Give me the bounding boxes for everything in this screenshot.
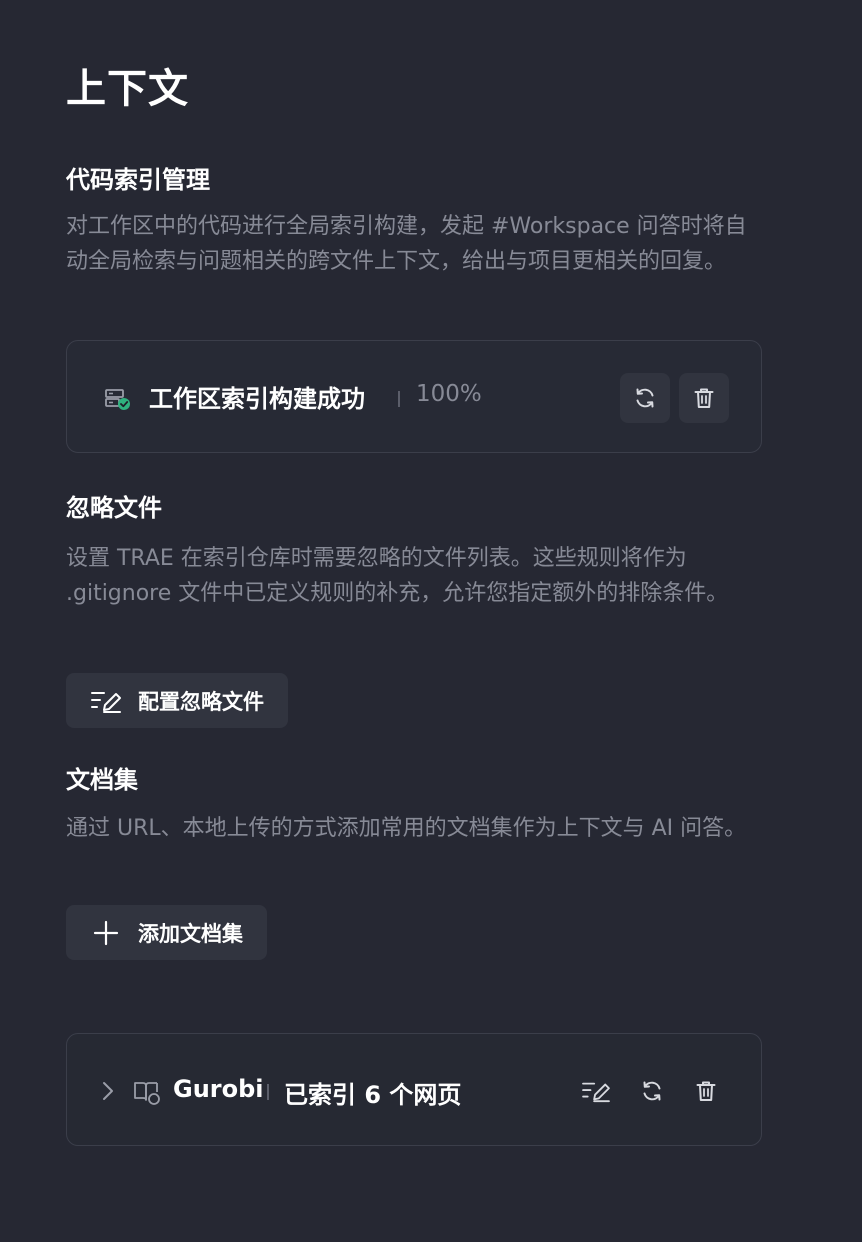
edit-list-icon bbox=[90, 687, 122, 715]
trash-icon bbox=[692, 386, 716, 410]
book-icon bbox=[133, 1080, 161, 1106]
index-status-label: 工作区索引构建成功 bbox=[149, 385, 365, 413]
ignore-files-description: 设置 TRAE 在索引仓库时需要忽略的文件列表。这些规则将作为 .gitigno… bbox=[66, 546, 729, 606]
edit-doc-set-button[interactable] bbox=[581, 1076, 611, 1106]
add-doc-set-label: 添加文档集 bbox=[138, 921, 243, 946]
rebuild-index-button[interactable] bbox=[620, 373, 670, 423]
chevron-right-icon[interactable] bbox=[99, 1080, 117, 1102]
code-index-title: 代码索引管理 bbox=[66, 166, 210, 194]
separator bbox=[398, 391, 400, 407]
doc-set-item: Gurobi 已索引 6 个网页 bbox=[66, 1033, 762, 1146]
doc-set-status: 已索引 6 个网页 bbox=[284, 1081, 462, 1109]
delete-index-button[interactable] bbox=[679, 373, 729, 423]
plus-icon bbox=[90, 919, 122, 947]
separator bbox=[267, 1084, 269, 1100]
doc-sets-description: 通过 URL、本地上传的方式添加常用的文档集作为上下文与 AI 问答。 bbox=[66, 816, 747, 841]
context-settings-page: 上下文 代码索引管理 对工作区中的代码进行全局索引构建，发起 #Workspac… bbox=[0, 0, 862, 1242]
delete-doc-set-button[interactable] bbox=[691, 1076, 721, 1106]
doc-sets-title: 文档集 bbox=[66, 766, 138, 794]
server-check-icon bbox=[105, 387, 131, 411]
trash-icon bbox=[694, 1079, 718, 1103]
doc-set-name: Gurobi bbox=[173, 1075, 264, 1103]
ignore-files-title: 忽略文件 bbox=[66, 494, 162, 522]
add-doc-set-button[interactable]: 添加文档集 bbox=[66, 905, 267, 960]
refresh-icon bbox=[640, 1079, 664, 1103]
refresh-icon bbox=[633, 386, 657, 410]
page-title: 上下文 bbox=[66, 66, 189, 112]
code-index-status-card: 工作区索引构建成功 100% bbox=[66, 340, 762, 453]
configure-ignore-files-label: 配置忽略文件 bbox=[138, 689, 264, 714]
refresh-doc-set-button[interactable] bbox=[637, 1076, 667, 1106]
code-index-description: 对工作区中的代码进行全局索引构建，发起 #Workspace 问答时将自动全局检… bbox=[66, 214, 747, 274]
edit-list-icon bbox=[581, 1079, 611, 1103]
index-progress-text: 100% bbox=[416, 381, 482, 407]
configure-ignore-files-button[interactable]: 配置忽略文件 bbox=[66, 673, 288, 728]
